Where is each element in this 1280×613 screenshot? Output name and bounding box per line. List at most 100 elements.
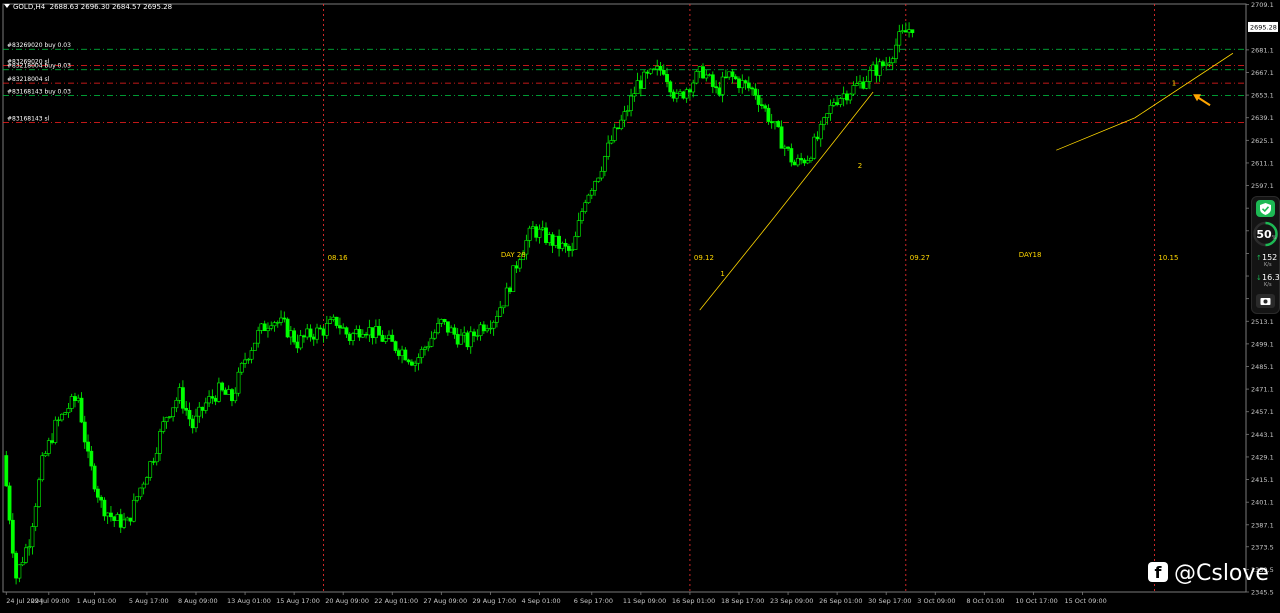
chevron-down-icon[interactable] [4,4,10,8]
candle-body [900,30,905,33]
candle-body [102,499,107,517]
candle [802,157,807,166]
candle [79,392,84,424]
candle-body [33,506,38,527]
candle-body [625,110,630,112]
candle [272,320,277,332]
candle-body [318,327,323,330]
candle-body [445,321,450,333]
candle [485,324,490,333]
candle-body [750,87,754,90]
candle-body [256,330,261,344]
y-tick-label: 2485.1 [1251,363,1274,371]
candle-body [30,526,35,548]
candle-body [459,334,463,345]
camera-icon[interactable] [1256,294,1275,308]
candle-body [841,93,846,99]
candle [845,90,849,105]
candle-body [220,382,225,391]
candle [694,69,699,85]
candle [688,87,692,100]
y-tick-label: 2457.1 [1251,408,1274,416]
candle [370,327,375,345]
candle-body [449,327,454,333]
candle-body [128,517,133,522]
candle-body [383,337,388,342]
candle [364,331,368,339]
plot-frame [2,3,1247,593]
candle-body [596,177,601,182]
candle-body [138,487,143,498]
candle-body [910,29,915,33]
upload-unit: K/s [1264,262,1272,268]
candle-body [504,287,509,307]
candle-body [308,328,313,338]
camera-lens [1263,299,1268,304]
candle-body [298,335,303,349]
candle-body [671,91,676,99]
x-tick-label: 11 Sep 09:00 [623,597,666,605]
candle-body [665,74,669,83]
candle [707,73,712,77]
candle-body [112,516,117,521]
candle-body [442,319,447,323]
candle [828,99,833,121]
y-tick-label: 2373.5 [1251,543,1274,551]
candle-body [141,483,146,489]
candle-body [364,333,368,336]
candle-body [66,408,71,413]
candle [449,325,454,333]
candle-body [10,519,15,554]
candle-body [69,396,74,409]
candle-body [266,327,270,332]
candle [583,199,588,214]
candle [655,59,660,76]
candle-body [661,69,666,75]
candle-body [158,431,162,454]
candle-body [481,324,486,332]
gauge-percent: 50 [1256,228,1272,241]
candle [285,317,290,339]
candle [534,224,539,242]
candle-body [288,330,293,338]
trade-level-label: #83218004 buy 0.03 [7,63,71,70]
candle-body [642,71,647,89]
candle [877,58,882,82]
candle-body [697,66,702,72]
candle [377,318,382,336]
candle-body [730,71,735,77]
candle-body [570,249,575,251]
y-tick-label: 2611.1 [1251,159,1274,167]
trade-level-label: #83168143 sl [7,115,50,122]
candle-body [714,86,718,89]
candle [589,188,594,200]
candle-body [429,337,434,347]
candle-body [423,347,427,350]
shield-icon[interactable] [1256,200,1275,217]
candle-body [691,82,696,93]
candle [671,89,676,102]
candle [792,159,797,166]
candle-body [773,121,777,124]
period-label: 09.12 [694,254,714,262]
candle [37,477,41,508]
candle-body [818,124,823,140]
candle-body [799,158,804,161]
candle [311,333,316,346]
candle-body [324,323,329,336]
candle [491,320,496,336]
candle [396,348,401,360]
network-widget[interactable]: 50 % ↑ 152 K/s ↓ 16.3 K/s [1251,196,1280,314]
candle [151,457,156,466]
trend-line [1134,52,1234,119]
current-price-label: 2695.28 [1250,23,1277,31]
candle [40,452,45,482]
candle-body [377,326,382,336]
candle [648,68,653,76]
candle [266,322,270,338]
candle [354,325,359,335]
symbol-label: GOLD,H4 [13,3,46,11]
candle-body [727,71,732,78]
candle [753,83,758,100]
candle [508,286,512,295]
